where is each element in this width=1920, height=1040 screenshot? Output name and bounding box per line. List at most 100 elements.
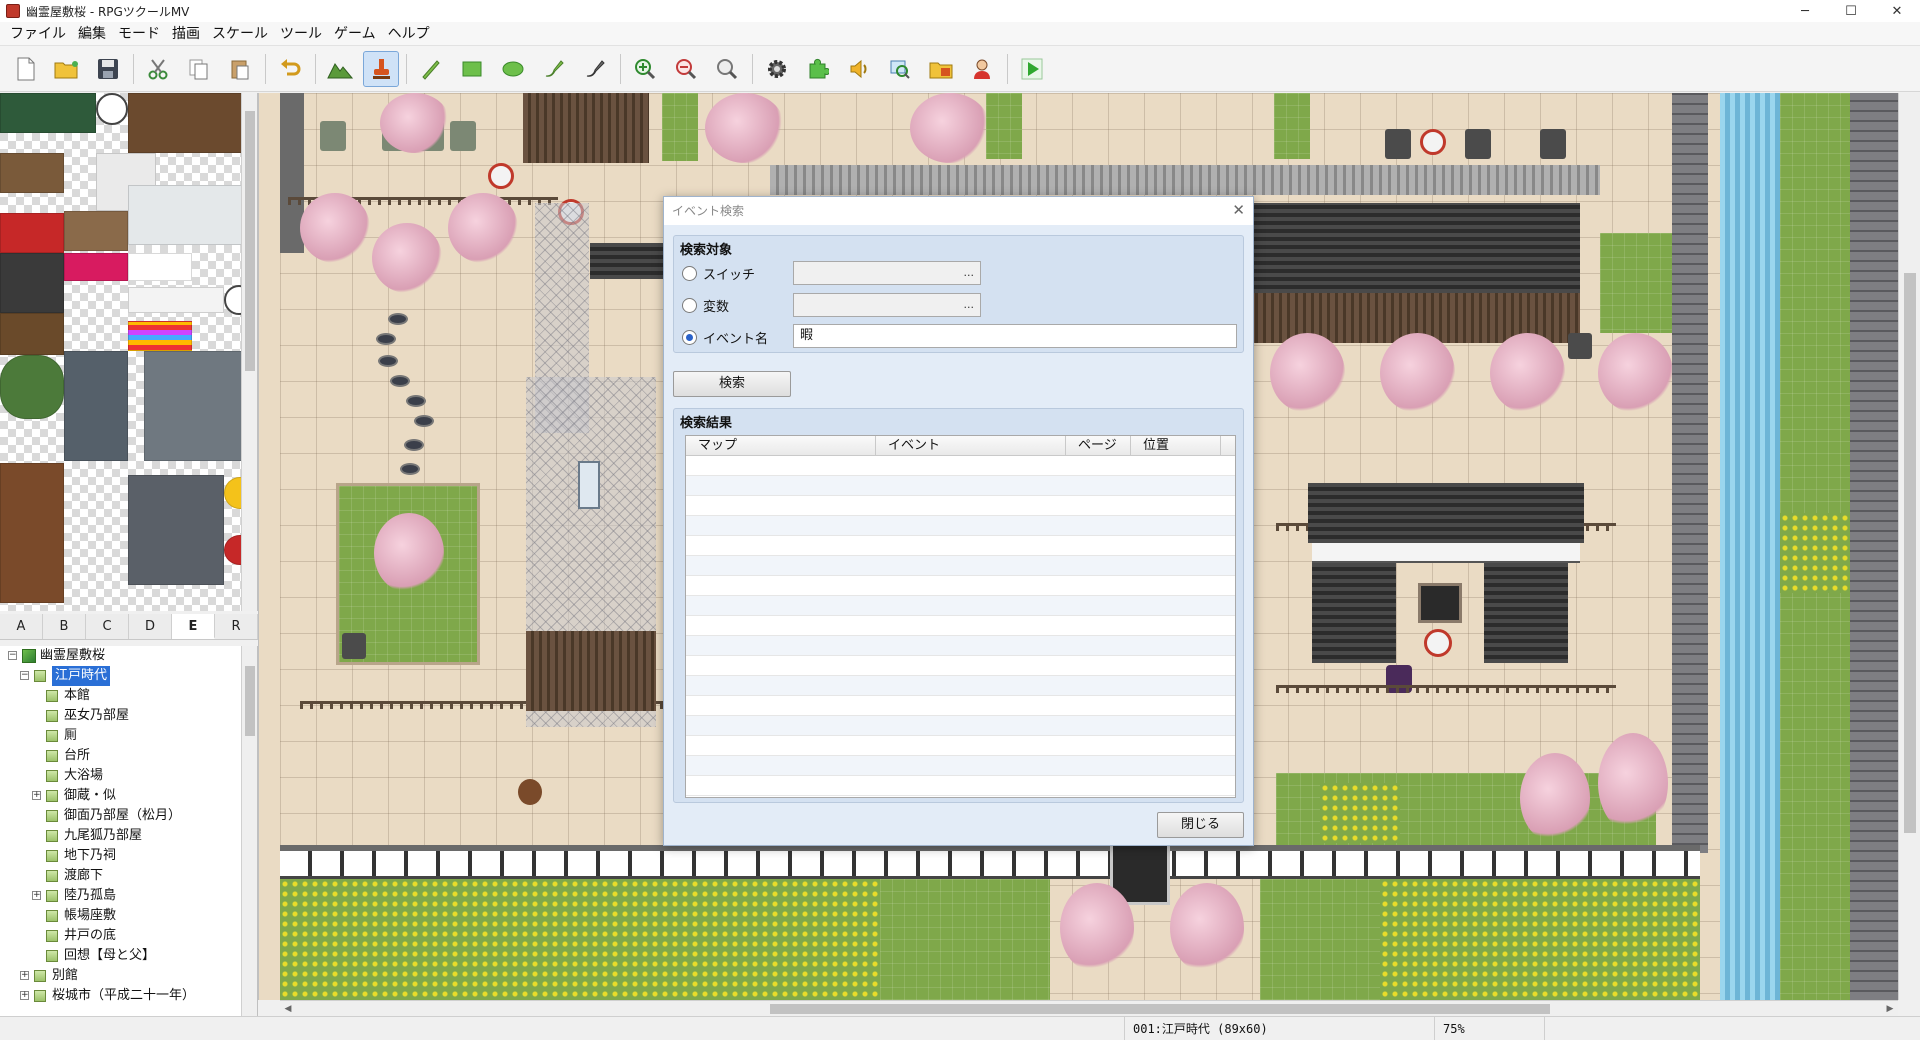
fill-icon[interactable] (536, 51, 572, 87)
column-page[interactable]: ページ (1066, 436, 1131, 456)
map-tree-item[interactable]: + 別館 (0, 966, 257, 986)
search-results-table[interactable]: マップ イベント ページ 位置 (685, 435, 1236, 798)
tile-palette-grid[interactable] (0, 93, 257, 611)
option-variable[interactable]: 変数 (682, 292, 729, 318)
cut-icon[interactable] (140, 51, 176, 87)
tab-b[interactable]: B (43, 614, 86, 639)
palette-tile-shelf[interactable] (128, 93, 256, 153)
event-mode-icon[interactable] (363, 50, 399, 87)
map-tree-item[interactable]: 井戸の底 (0, 926, 257, 946)
map-horizontal-scroll-thumb[interactable] (770, 1004, 1550, 1014)
palette-tile-blackboard[interactable] (0, 93, 96, 133)
resource-manager-icon[interactable] (923, 51, 959, 87)
menu-scale[interactable]: スケール (206, 22, 274, 46)
search-button[interactable]: 検索 (673, 371, 791, 397)
zoom-actual-icon[interactable] (709, 51, 745, 87)
palette-tile-rainbow[interactable] (128, 321, 192, 351)
palette-scrollbar[interactable] (241, 93, 257, 611)
column-position[interactable]: 位置 (1131, 436, 1221, 456)
tab-d[interactable]: D (129, 614, 172, 639)
palette-tile-shrine-large[interactable] (144, 351, 256, 461)
collapse-icon[interactable]: − (8, 651, 17, 660)
palette-tile-red-item[interactable] (0, 213, 64, 253)
map-tree-item[interactable]: 帳場座敷 (0, 906, 257, 926)
scroll-right-arrow-icon[interactable]: ▶ (1882, 1001, 1898, 1017)
palette-tile-railing[interactable] (128, 185, 256, 245)
open-project-icon[interactable] (49, 51, 85, 87)
minimize-button[interactable]: ─ (1782, 0, 1828, 22)
tab-e[interactable]: E (172, 614, 215, 639)
switch-picker-button[interactable]: ... (964, 262, 975, 284)
tab-a[interactable]: A (0, 614, 43, 639)
rectangle-icon[interactable] (454, 51, 490, 87)
map-tree-item[interactable]: 地下乃祠 (0, 846, 257, 866)
switch-field[interactable]: ... (793, 261, 981, 285)
variable-field[interactable]: ... (793, 293, 981, 317)
option-event-name[interactable]: イベント名 (682, 324, 768, 350)
variable-picker-button[interactable]: ... (964, 294, 975, 316)
shadow-pen-icon[interactable] (577, 51, 613, 87)
menu-edit[interactable]: 編集 (72, 22, 112, 46)
column-event[interactable]: イベント (876, 436, 1066, 456)
palette-tile-shrine-gate[interactable] (128, 475, 224, 585)
copy-icon[interactable] (181, 51, 217, 87)
map-tree-item[interactable]: 大浴場 (0, 766, 257, 786)
menu-file[interactable]: ファイル (4, 22, 72, 46)
close-dialog-button[interactable]: 閉じる (1157, 812, 1244, 838)
palette-tile-arrows[interactable] (128, 253, 192, 281)
event-name-input[interactable]: 暇 (793, 324, 1237, 348)
map-tree-item[interactable]: 渡廊下 (0, 866, 257, 886)
paste-icon[interactable] (222, 51, 258, 87)
database-icon[interactable] (759, 51, 795, 87)
new-project-icon[interactable] (8, 51, 44, 87)
zoom-in-icon[interactable] (627, 51, 663, 87)
map-mode-icon[interactable] (322, 51, 358, 87)
event-searcher-icon[interactable] (882, 51, 918, 87)
playtest-icon[interactable] (1014, 51, 1050, 87)
palette-tile-clock[interactable] (96, 93, 128, 125)
tab-r[interactable]: R (215, 614, 258, 639)
collapse-icon[interactable]: − (20, 671, 29, 680)
scroll-left-arrow-icon[interactable]: ◀ (280, 1001, 296, 1017)
map-tree-item[interactable]: + 御蔵・似 (0, 786, 257, 806)
map-tree-item[interactable]: 九尾狐乃部屋 (0, 826, 257, 846)
map-tree-item[interactable]: 巫女乃部屋 (0, 706, 257, 726)
option-switch[interactable]: スイッチ (682, 260, 755, 286)
palette-tile-shrine-small[interactable] (64, 351, 128, 461)
save-project-icon[interactable] (90, 51, 126, 87)
map-tree-item[interactable]: 御面乃部屋（松月） (0, 806, 257, 826)
expand-icon[interactable]: + (20, 991, 29, 1000)
palette-tile-rail[interactable] (128, 287, 224, 313)
plugin-manager-icon[interactable] (800, 51, 836, 87)
column-map[interactable]: マップ (686, 436, 876, 456)
sound-test-icon[interactable] (841, 51, 877, 87)
palette-tile-bush[interactable] (0, 355, 64, 419)
maximize-button[interactable]: ☐ (1828, 0, 1874, 22)
palette-tile-cloth[interactable] (64, 253, 128, 281)
map-tree-item[interactable]: 台所 (0, 746, 257, 766)
switch-radio[interactable] (682, 265, 697, 281)
close-window-button[interactable]: ✕ (1874, 0, 1920, 22)
palette-tile-box[interactable] (0, 313, 64, 355)
map-tree-scrollbar[interactable] (241, 646, 257, 1016)
menu-game[interactable]: ゲーム (328, 22, 382, 46)
event-name-radio[interactable] (682, 329, 697, 345)
palette-tile-stairs[interactable] (0, 463, 64, 603)
character-generator-icon[interactable] (964, 51, 1000, 87)
map-tree-item[interactable]: 本館 (0, 686, 257, 706)
map-tree-item[interactable]: + 陸乃孤島 (0, 886, 257, 906)
dialog-close-icon[interactable]: ✕ (1232, 201, 1245, 219)
map-horizontal-scrollbar[interactable]: ◀ ▶ (280, 1000, 1898, 1016)
palette-tile-wood[interactable] (64, 211, 128, 251)
ellipse-icon[interactable] (495, 51, 531, 87)
map-vertical-scrollbar[interactable] (1898, 93, 1920, 1000)
expand-icon[interactable]: + (32, 791, 41, 800)
map-tree-item[interactable]: 回想【母と父】 (0, 946, 257, 966)
variable-radio[interactable] (682, 297, 697, 313)
pencil-icon[interactable] (413, 51, 449, 87)
map-tree-item[interactable]: − 幽霊屋敷桜 (0, 646, 257, 666)
menu-draw[interactable]: 描画 (166, 22, 206, 46)
menu-help[interactable]: ヘルプ (382, 22, 436, 46)
expand-icon[interactable]: + (20, 971, 29, 980)
expand-icon[interactable]: + (32, 891, 41, 900)
